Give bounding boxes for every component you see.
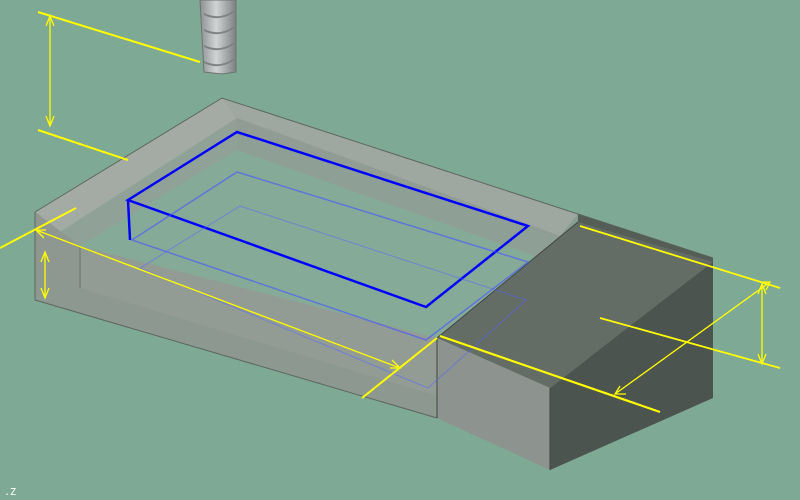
- 3d-viewport[interactable]: .Z: [0, 0, 800, 500]
- cam-scene[interactable]: [0, 0, 800, 500]
- end-mill-tool[interactable]: [199, 0, 237, 75]
- axis-indicator: .Z: [4, 487, 17, 498]
